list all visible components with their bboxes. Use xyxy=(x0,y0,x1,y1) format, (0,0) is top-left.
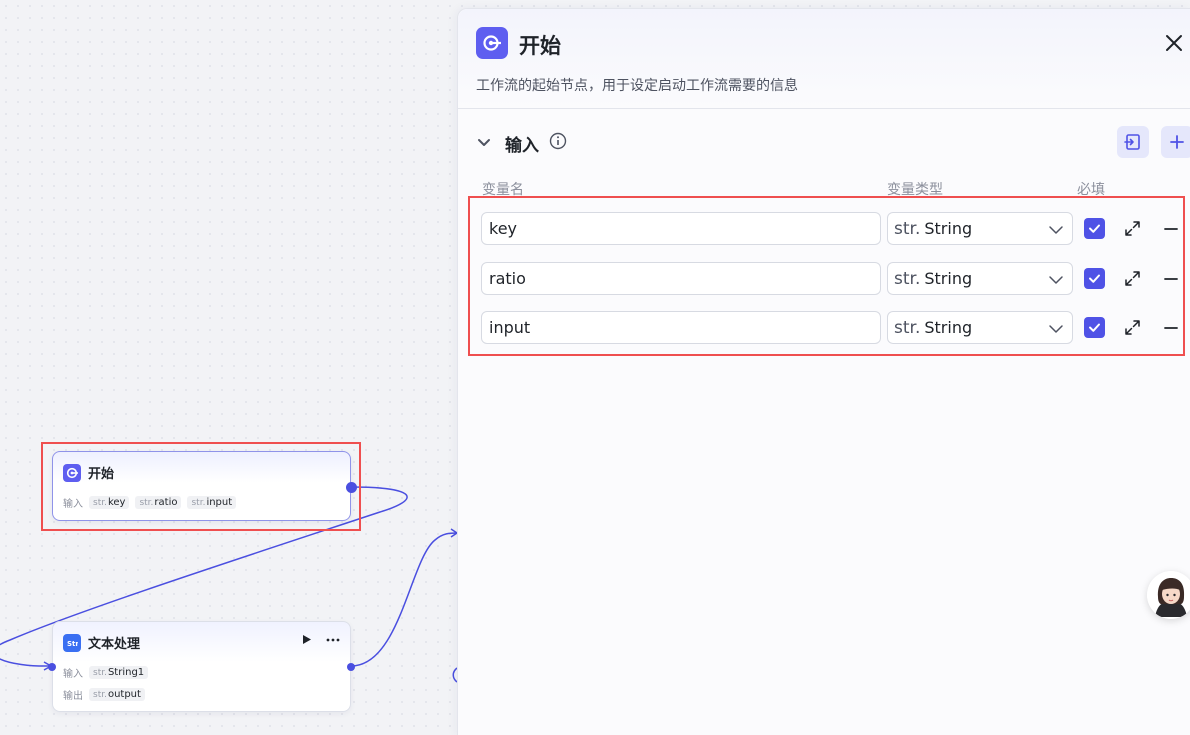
chevron-down-icon xyxy=(1049,276,1063,284)
param-chip: str.ratio xyxy=(135,496,182,509)
variable-name-input[interactable]: key xyxy=(481,212,881,245)
remove-icon[interactable] xyxy=(1163,320,1179,336)
panel-header: 开始 工作流的起始节点，用于设定启动工作流需要的信息 xyxy=(458,9,1190,109)
chevron-down-icon[interactable] xyxy=(476,135,492,151)
input-label: 输入 xyxy=(63,499,83,510)
import-button[interactable] xyxy=(1117,126,1149,158)
type-value: String xyxy=(924,219,973,238)
start-node[interactable]: 开始 输入 str.key str.ratio str.input xyxy=(52,451,357,521)
check-icon xyxy=(1089,274,1100,283)
text-node-header: Str 文本处理 xyxy=(63,633,140,652)
text-process-node[interactable]: Str 文本处理 输入 str.String1 输出 str.output xyxy=(48,621,355,712)
variable-type-select[interactable]: str. String xyxy=(887,212,1073,245)
avatar-image xyxy=(1147,571,1190,619)
start-node-inputs: 输入 str.key str.ratio str.input xyxy=(63,495,237,510)
variable-type-select[interactable]: str. String xyxy=(887,262,1073,295)
column-header-name: 变量名 xyxy=(482,182,524,198)
text-node-actions xyxy=(302,634,340,645)
text-node-outputs: 输出 str.output xyxy=(63,687,145,702)
remove-icon[interactable] xyxy=(1163,221,1179,237)
text-node-inputs: 输入 str.String1 xyxy=(63,665,149,680)
variable-name-input[interactable]: input xyxy=(481,311,881,344)
start-node-icon xyxy=(63,463,81,482)
text-node-title: 文本处理 xyxy=(88,637,141,652)
plus-icon xyxy=(1170,135,1184,149)
remove-icon[interactable] xyxy=(1163,271,1179,287)
output-label: 输出 xyxy=(63,691,83,702)
expand-icon[interactable] xyxy=(1124,220,1141,237)
required-checkbox[interactable] xyxy=(1084,317,1105,338)
close-icon[interactable] xyxy=(1162,31,1186,55)
variable-row: input str. String xyxy=(458,311,1190,345)
variable-row: key str. String xyxy=(458,212,1190,246)
check-icon xyxy=(1089,224,1100,233)
svg-text:Str: Str xyxy=(67,640,78,648)
output-port[interactable] xyxy=(346,482,357,493)
type-prefix: str. xyxy=(894,218,921,239)
type-prefix: str. xyxy=(894,317,921,338)
start-node-title: 开始 xyxy=(88,467,115,482)
play-icon[interactable] xyxy=(302,634,312,645)
variable-row: ratio str. String xyxy=(458,262,1190,296)
type-value: String xyxy=(924,269,973,288)
panel-description: 工作流的起始节点，用于设定启动工作流需要的信息 xyxy=(476,78,798,94)
import-icon xyxy=(1124,134,1140,150)
column-header-required: 必填 xyxy=(1077,182,1105,198)
required-checkbox[interactable] xyxy=(1084,268,1105,289)
chevron-down-icon xyxy=(1049,226,1063,234)
section-title[interactable]: 输入 xyxy=(505,131,539,156)
add-variable-button[interactable] xyxy=(1161,126,1190,158)
start-node-icon xyxy=(476,27,508,59)
input-port[interactable] xyxy=(48,663,56,671)
param-chip: str.String1 xyxy=(89,666,149,679)
variable-type-select[interactable]: str. String xyxy=(887,311,1073,344)
input-label: 输入 xyxy=(63,669,83,680)
panel-title: 开始 xyxy=(519,34,561,58)
start-node-header: 开始 xyxy=(63,463,114,482)
variable-name-input[interactable]: ratio xyxy=(481,262,881,295)
expand-icon[interactable] xyxy=(1124,319,1141,336)
type-value: String xyxy=(924,318,973,337)
output-port[interactable] xyxy=(347,663,355,671)
required-checkbox[interactable] xyxy=(1084,218,1105,239)
column-header-type: 变量类型 xyxy=(887,182,943,198)
assistant-avatar[interactable] xyxy=(1147,571,1190,619)
expand-icon[interactable] xyxy=(1124,270,1141,287)
param-chip: str.key xyxy=(89,496,130,509)
info-icon[interactable] xyxy=(549,132,567,150)
check-icon xyxy=(1089,323,1100,332)
more-icon[interactable] xyxy=(326,638,340,642)
param-chip: str.output xyxy=(89,688,145,701)
chevron-down-icon xyxy=(1049,325,1063,333)
node-config-panel: 开始 工作流的起始节点，用于设定启动工作流需要的信息 输入 变量名 变量类型 必… xyxy=(457,8,1190,735)
type-prefix: str. xyxy=(894,268,921,289)
param-chip: str.input xyxy=(187,496,237,509)
text-node-icon: Str xyxy=(63,633,81,652)
